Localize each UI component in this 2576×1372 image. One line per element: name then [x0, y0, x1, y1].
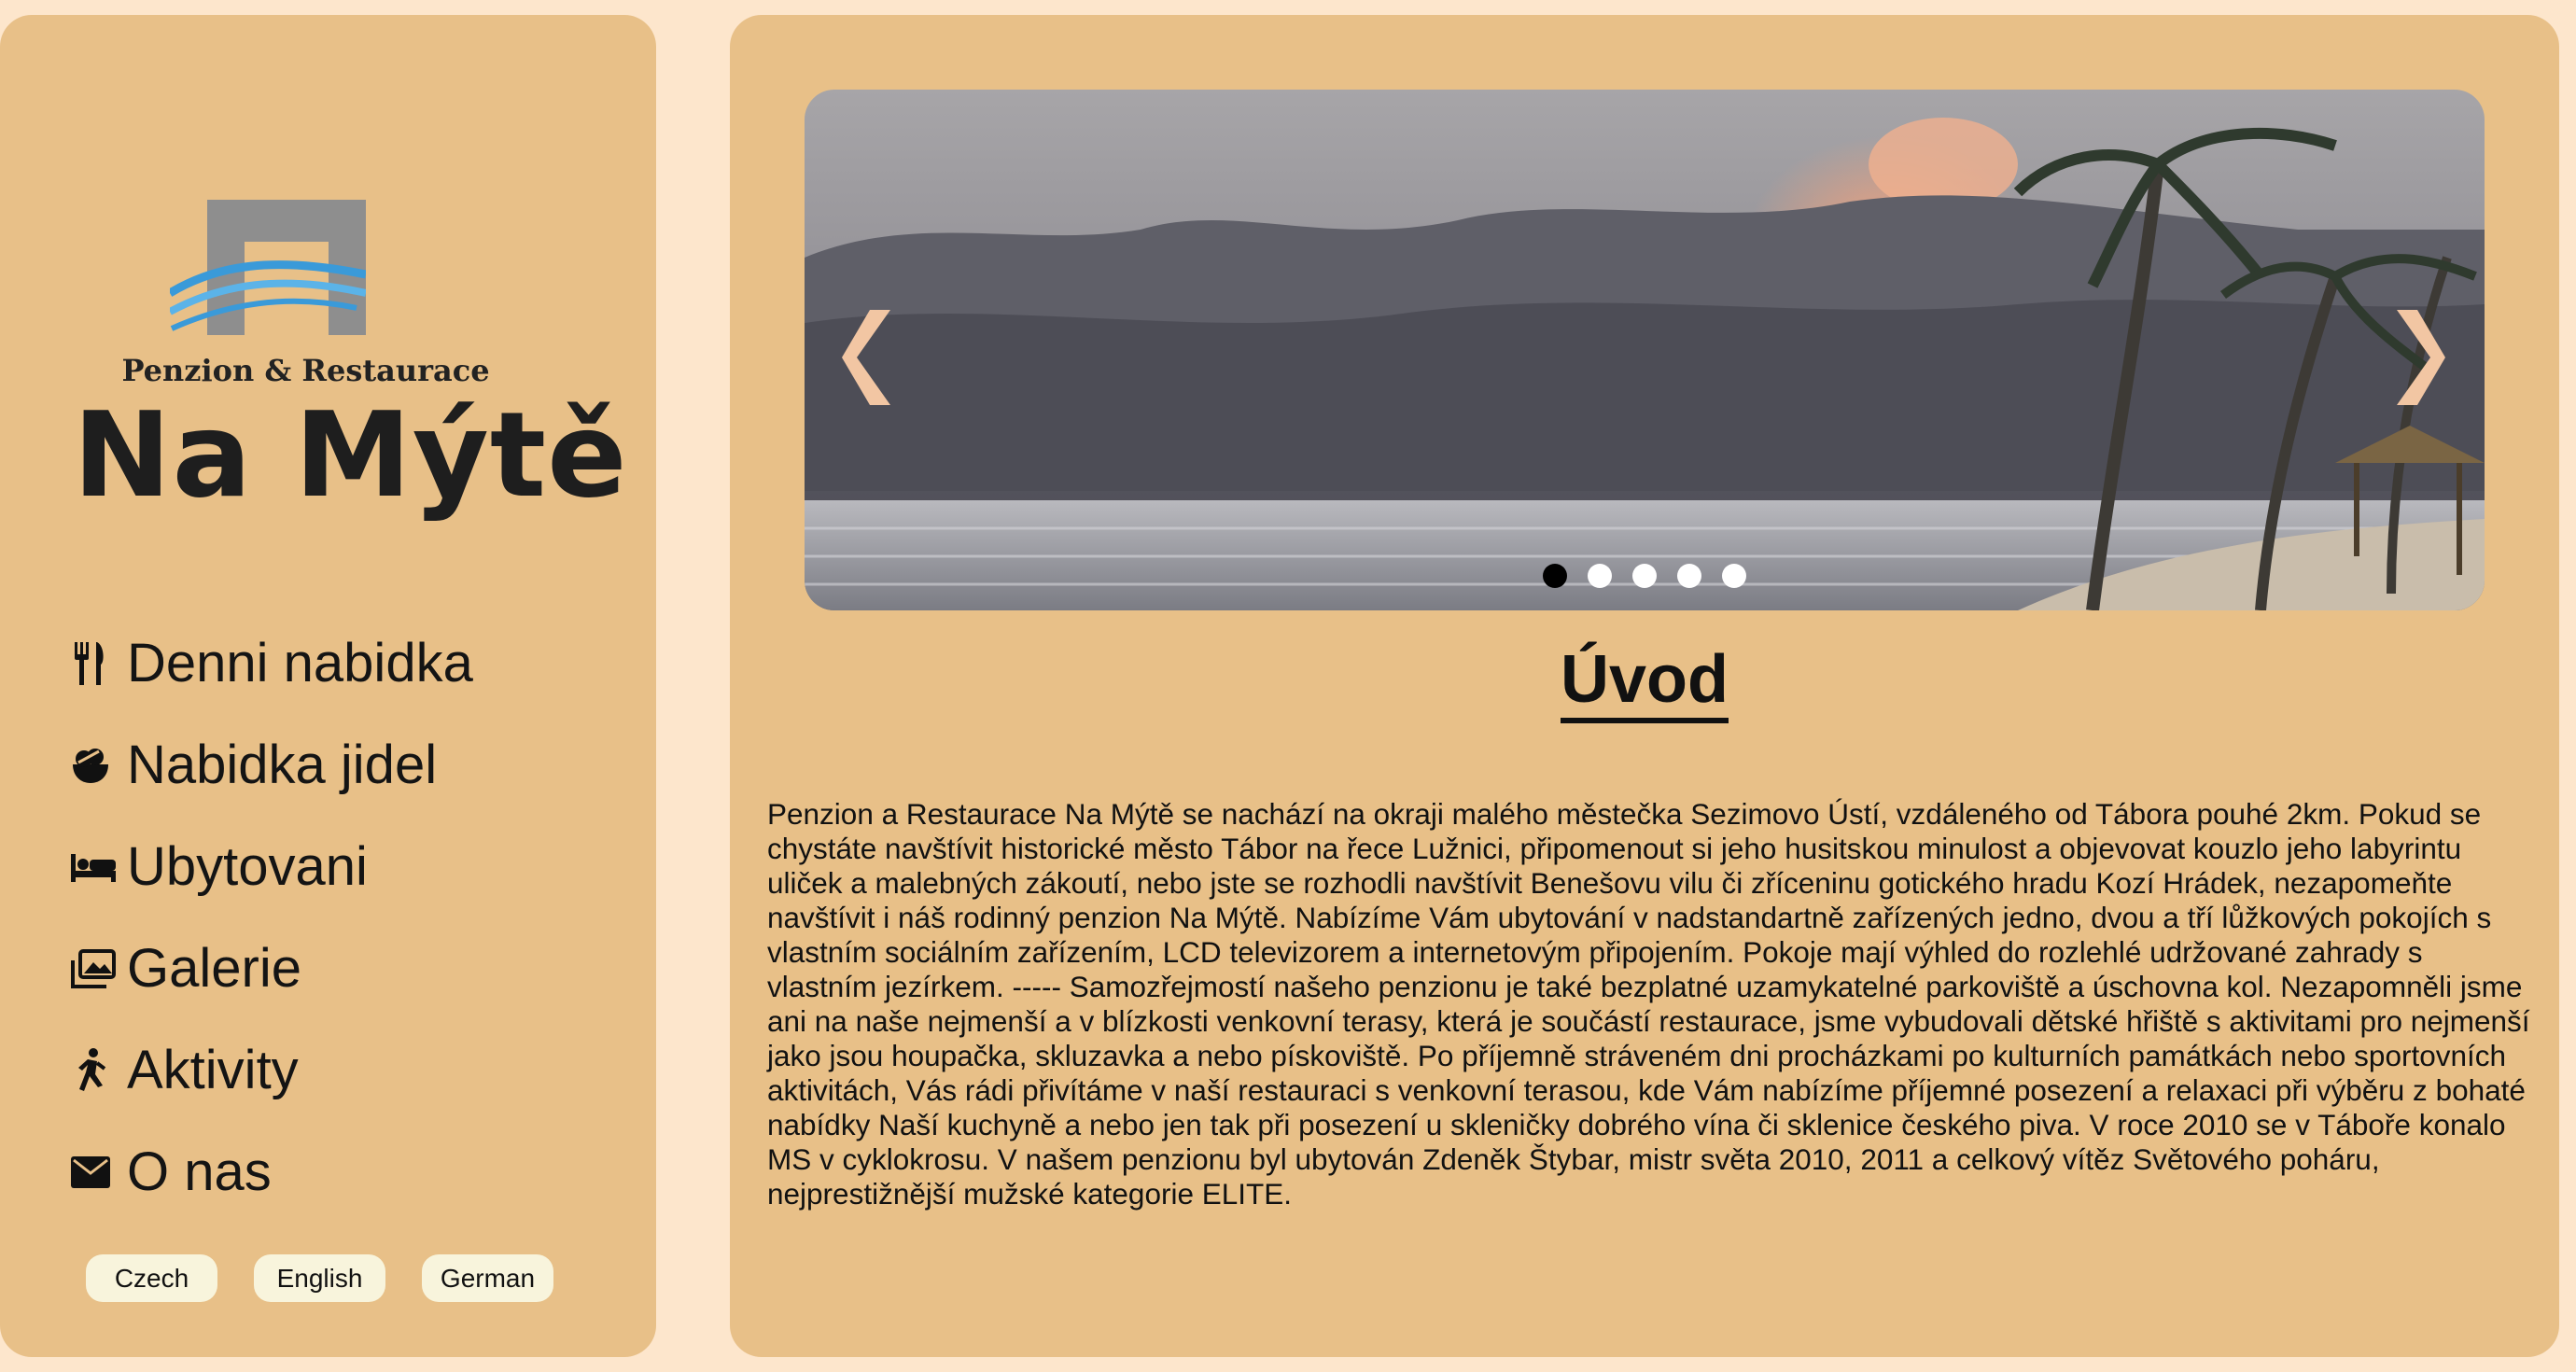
- bed-icon: [71, 845, 116, 889]
- main-content: Úvod Penzion a Restaurace Na Mýtě se nac…: [730, 15, 2559, 1357]
- running-person-icon: [71, 1047, 116, 1093]
- nav-item-aktivity[interactable]: Aktivity: [71, 1019, 631, 1121]
- nav-label: Galerie: [127, 938, 301, 999]
- nav-label: Nabidka jidel: [127, 735, 438, 795]
- nav-item-o-nas[interactable]: O nas: [71, 1121, 631, 1223]
- slider-dot-4[interactable]: [1677, 564, 1701, 588]
- slider-prev-arrow[interactable]: [842, 306, 898, 409]
- envelope-icon: [71, 1150, 116, 1195]
- slider-dot-1[interactable]: [1543, 564, 1567, 588]
- german-language-button[interactable]: German: [422, 1254, 553, 1302]
- nav-item-ubytovani[interactable]: Ubytovani: [71, 816, 631, 917]
- nav-label: Aktivity: [127, 1040, 299, 1100]
- nav-item-galerie[interactable]: Galerie: [71, 917, 631, 1019]
- logo[interactable]: Penzion & Restaurace Na Mýtě: [65, 183, 627, 538]
- nav-item-nabidka-jidel[interactable]: Nabidka jidel: [71, 714, 631, 816]
- intro-text: Penzion a Restaurace Na Mýtě se nachází …: [767, 796, 2530, 1211]
- language-switcher: Czech English German: [86, 1254, 553, 1302]
- slider-next-arrow[interactable]: [2389, 306, 2445, 409]
- utensils-icon: [71, 641, 116, 686]
- nav-label: Ubytovani: [127, 836, 368, 897]
- slider-dot-3[interactable]: [1632, 564, 1657, 588]
- gallery-icon: [71, 946, 116, 991]
- main-nav: Denni nabidka Nabidka jidel Ubytovani Ga…: [71, 612, 631, 1223]
- english-language-button[interactable]: English: [254, 1254, 385, 1302]
- bowl-icon: [71, 743, 116, 788]
- slider-dot-5[interactable]: [1722, 564, 1746, 588]
- slider-dots: [805, 564, 2485, 588]
- beach-slide-image: [805, 90, 2485, 610]
- nav-item-denni-nabidka[interactable]: Denni nabidka: [71, 612, 631, 714]
- sidebar: Penzion & Restaurace Na Mýtě Denni nabid…: [0, 15, 656, 1357]
- logo-subtitle: Penzion & Restaurace: [121, 353, 490, 388]
- image-slider[interactable]: [805, 90, 2485, 610]
- czech-language-button[interactable]: Czech: [86, 1254, 217, 1302]
- logo-graphic: [170, 200, 366, 335]
- logo-name: Na Mýtě: [73, 386, 628, 524]
- slider-dot-2[interactable]: [1588, 564, 1612, 588]
- nav-label: O nas: [127, 1141, 272, 1202]
- page-title: Úvod: [730, 644, 2559, 723]
- nav-label: Denni nabidka: [127, 633, 473, 693]
- page-title-text: Úvod: [1561, 644, 1729, 723]
